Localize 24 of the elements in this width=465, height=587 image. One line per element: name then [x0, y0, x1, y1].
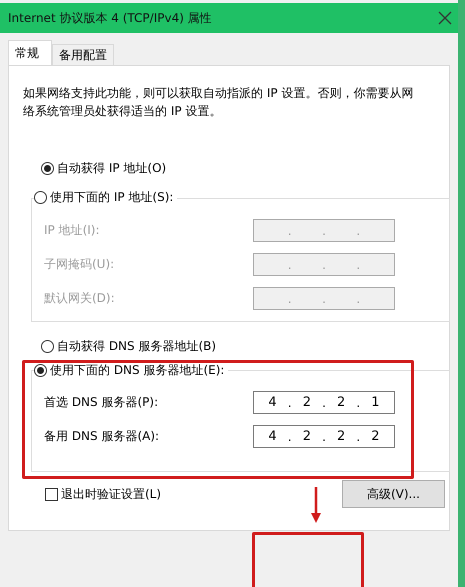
field-label: 备用 DNS 服务器(A): — [44, 428, 160, 445]
tab[interactable]: 常规 — [8, 40, 52, 65]
field-label: 首选 DNS 服务器(P): — [44, 394, 158, 411]
ip-address-field[interactable]: 4 . 2 . 2 . 1 — [253, 391, 395, 414]
checkbox-label[interactable]: 退出时验证设置(L) — [61, 486, 162, 502]
radio-button[interactable] — [41, 340, 54, 353]
description-text: 如果网络支持此功能，则可以获取自动指派的 IP 设置。否则，你需要从网络系统管理员处获得适当的 IP 设置。 — [23, 85, 414, 120]
advanced-button[interactable]: 高级(V)... — [342, 480, 445, 508]
radio-button[interactable] — [41, 162, 54, 175]
window-title: Internet 协议版本 4 (TCP/IPv4) 属性 — [8, 10, 212, 26]
close-icon[interactable] — [438, 11, 452, 25]
field-label: 默认网关(D): — [44, 290, 115, 307]
option-label[interactable]: 自动获得 DNS 服务器地址(B) — [57, 338, 216, 355]
checkbox[interactable] — [45, 488, 58, 500]
field-label: IP 地址(I): — [44, 222, 100, 239]
option-label[interactable]: 使用下面的 IP 地址(S): — [50, 189, 174, 206]
option-label[interactable]: 使用下面的 DNS 服务器地址(E): — [50, 362, 224, 379]
radio-button[interactable] — [34, 191, 47, 204]
option-label[interactable]: 自动获得 IP 地址(O) — [57, 160, 166, 177]
tab[interactable]: 备用配置 — [52, 44, 114, 65]
arrow — [311, 487, 321, 523]
ip-address-field[interactable]: 4 . 2 . 2 . 2 — [253, 425, 395, 448]
radio-button[interactable] — [34, 364, 47, 377]
field-label: 子网掩码(U): — [44, 256, 114, 273]
